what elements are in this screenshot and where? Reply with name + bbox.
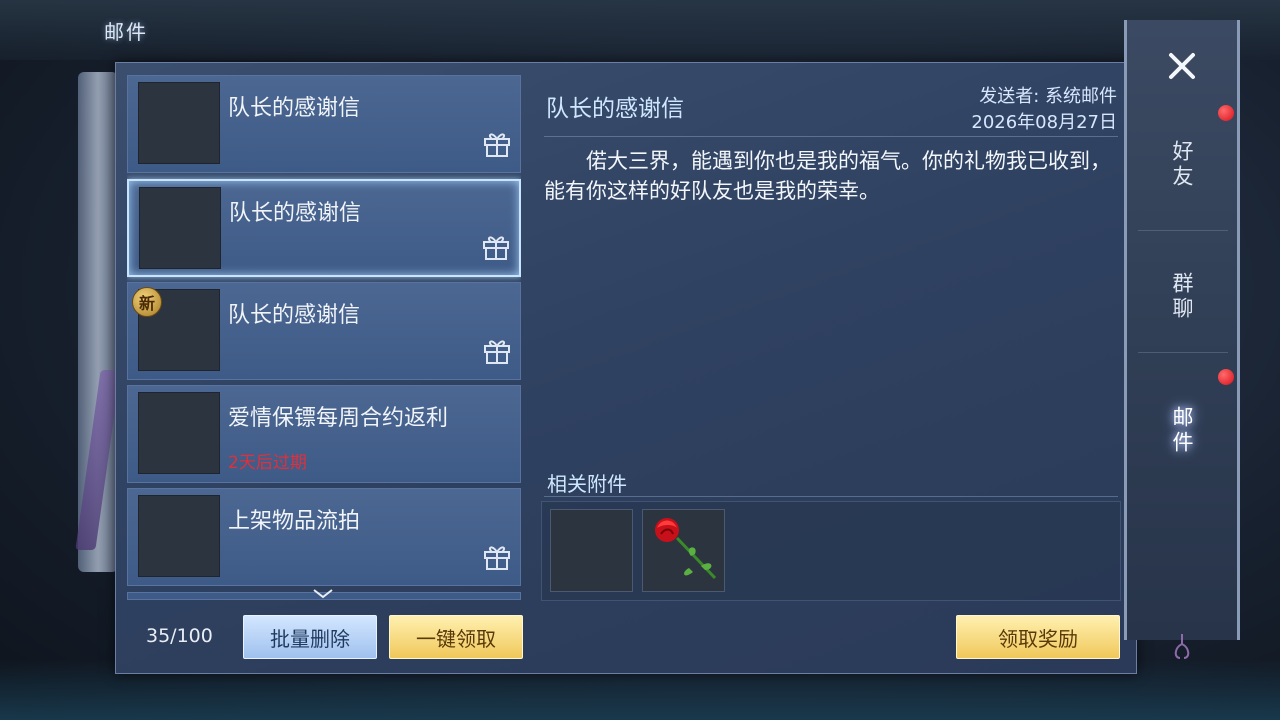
knot-decoration [1174,634,1190,659]
gift-icon [483,236,509,260]
divider [1138,352,1228,353]
mail-item-title: 爱情保镖每周合约返利 [228,406,449,431]
mail-list[interactable]: 队长的感谢信 队长的感谢信 新 队长的感谢信 爱情保镖每周合约返利 2天后过期 … [127,75,521,595]
gift-icon [484,133,510,157]
close-button[interactable] [1160,44,1204,88]
window-title: 邮件 [104,20,148,44]
notification-dot [1218,105,1234,121]
divider [544,136,1118,137]
mail-item-title: 队长的感谢信 [228,96,361,121]
close-icon [1169,53,1195,79]
chevron-down-icon[interactable] [312,588,334,600]
mail-item[interactable]: 爱情保镖每周合约返利 2天后过期 [127,385,521,483]
mail-count: 35/100 [146,625,213,647]
divider [1138,230,1228,231]
mail-date: 2026年08月27日 [971,112,1117,133]
tab-friends[interactable]: 好友 [1160,130,1204,200]
mail-item-title: 队长的感谢信 [228,303,361,328]
attachments-label: 相关附件 [547,472,627,496]
mail-body: 偌大三界，能遇到你也是我的福气。你的礼物我已收到，能有你这样的好队友也是我的荣幸… [544,149,1111,203]
mail-detail-title: 队长的感谢信 [546,96,684,122]
mail-item-title: 上架物品流拍 [228,509,361,534]
claim-reward-button[interactable]: 领取奖励 [956,615,1120,659]
mail-sender: 发送者: 系统邮件 [979,86,1117,107]
mail-item[interactable]: 上架物品流拍 [127,488,521,586]
tab-group-chat[interactable]: 群聊 [1160,262,1204,332]
notification-dot [1218,369,1234,385]
tab-mail[interactable]: 邮件 [1160,396,1204,466]
divider [544,496,1118,497]
mail-item-title: 队长的感谢信 [229,201,362,226]
gift-icon [484,546,510,570]
mail-thumbnail [138,82,220,164]
gift-icon [484,340,510,364]
mail-expiry-text: 2天后过期 [228,453,307,473]
background-top-strip [0,0,1280,60]
rose-icon [655,518,717,580]
new-badge: 新 [132,287,162,317]
mail-thumbnail [139,187,221,269]
mail-thumbnail [138,392,220,474]
batch-delete-button[interactable]: 批量删除 [243,615,377,659]
mail-item[interactable]: 队长的感谢信 [127,75,521,173]
attachment-slot-rose[interactable] [642,509,725,592]
mail-thumbnail [138,495,220,577]
mail-item-selected[interactable]: 队长的感谢信 [127,179,521,277]
claim-all-button[interactable]: 一键领取 [389,615,523,659]
mail-item[interactable]: 新 队长的感谢信 [127,282,521,380]
attachment-slot-empty[interactable] [550,509,633,592]
